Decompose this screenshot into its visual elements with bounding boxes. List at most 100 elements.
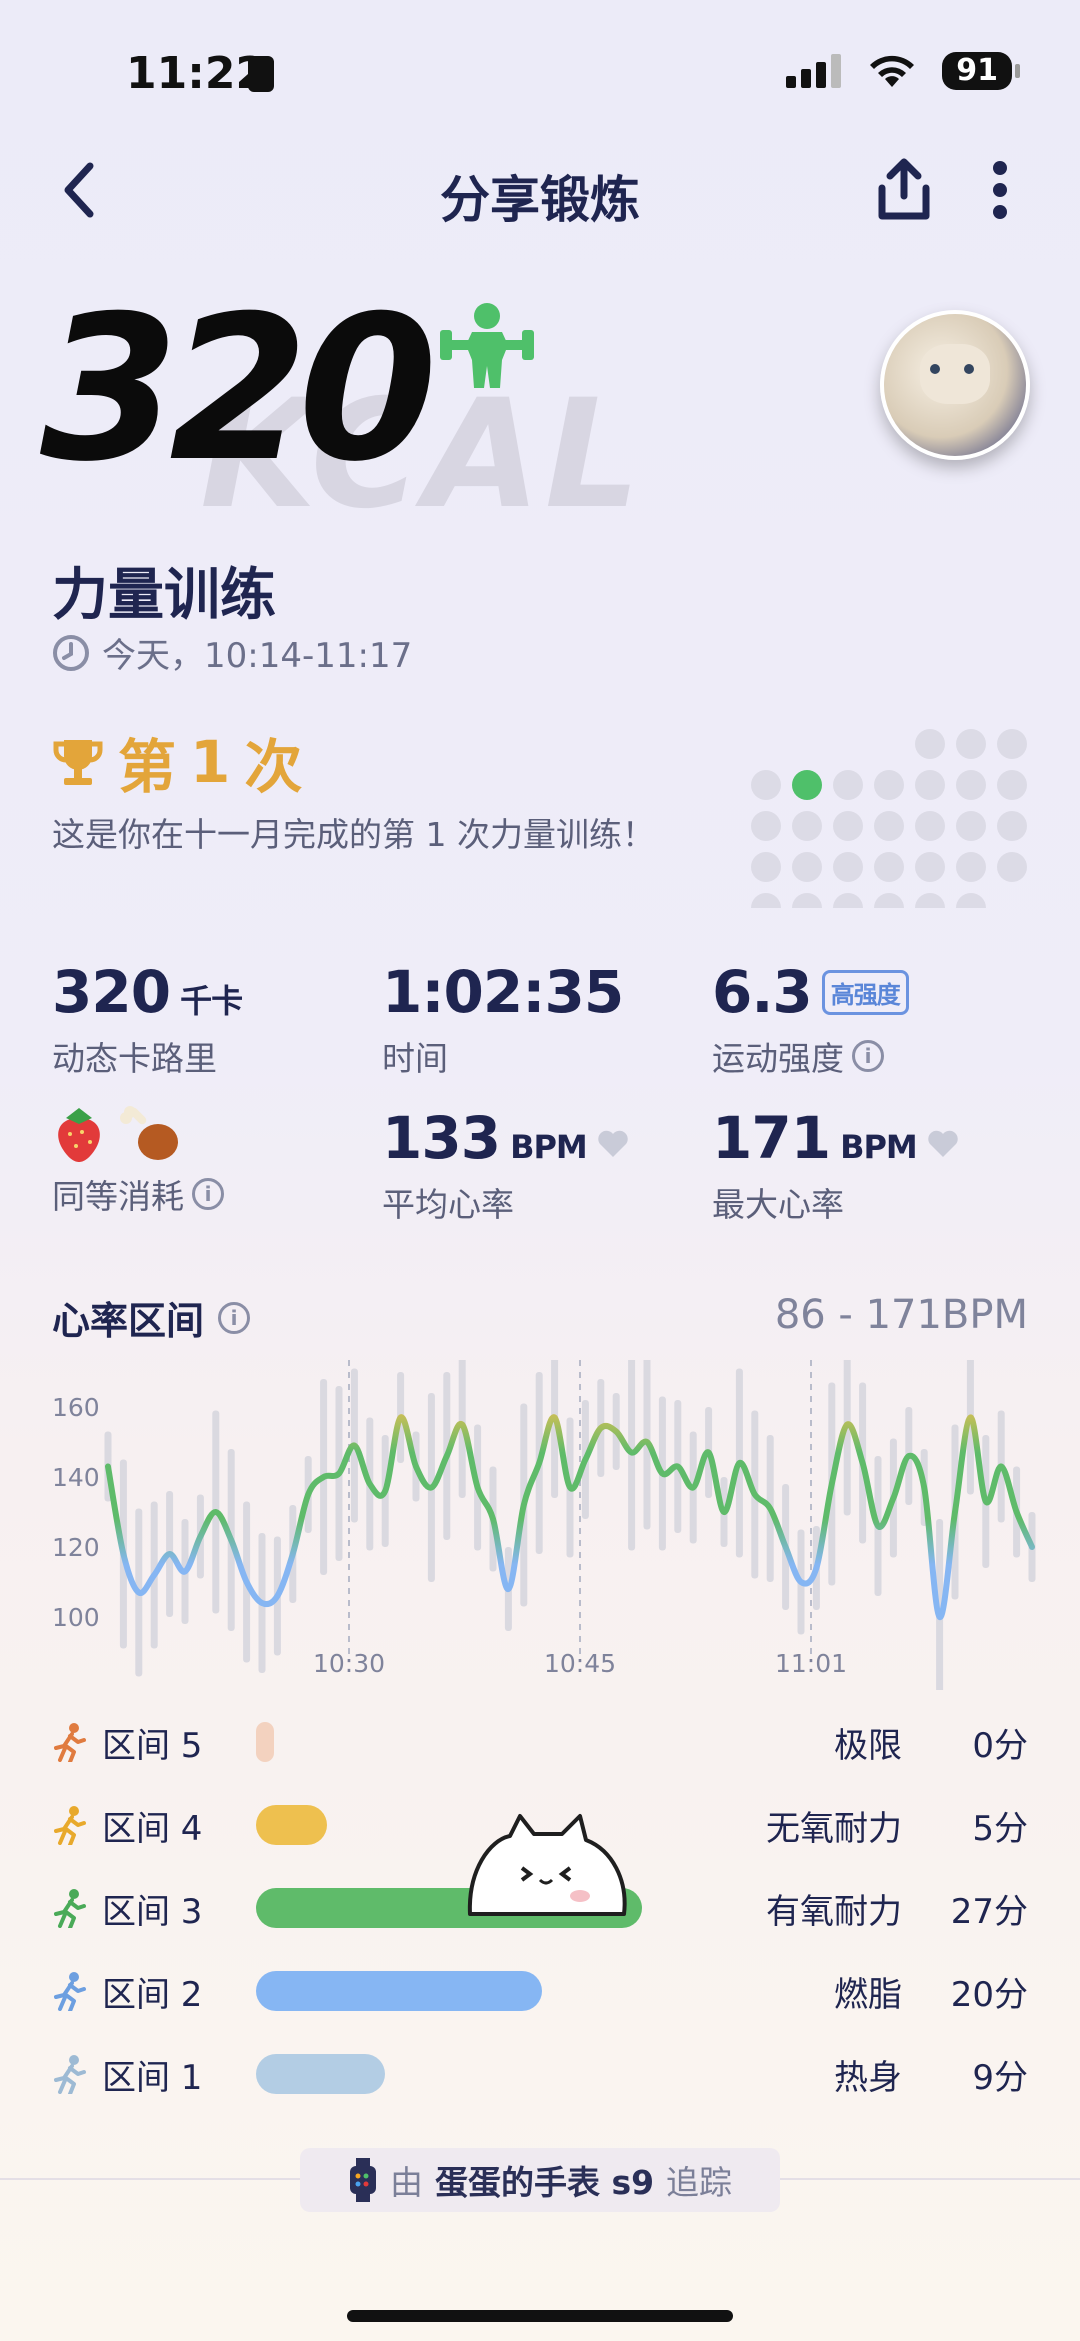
workout-name: 力量训练 xyxy=(52,563,276,628)
calendar-dot xyxy=(833,770,863,800)
zone-minutes: 20分 xyxy=(950,1974,1028,2015)
achievement-subtitle: 这是你在十一月完成的第 1 次力量训练！ xyxy=(52,815,655,854)
calendar-dot xyxy=(956,893,986,908)
avg-hr-label: 平均心率 xyxy=(382,1185,514,1224)
calendar-dot xyxy=(915,852,945,882)
zone-name: 热身 xyxy=(834,2057,902,2098)
trophy-icon xyxy=(53,740,103,785)
runner-icon xyxy=(54,2055,86,2094)
calendar-dot xyxy=(956,729,986,759)
zone-label: 区间 1 xyxy=(102,2057,203,2098)
achievement-count: 1 xyxy=(190,728,231,796)
x-tick-label: 11:01 xyxy=(775,1649,847,1678)
max-hr-unit: BPM xyxy=(840,1128,918,1166)
info-icon[interactable]: i xyxy=(192,1178,224,1210)
heart-icon xyxy=(928,1130,958,1157)
more-icon[interactable] xyxy=(990,160,1010,220)
battery-level: 91 xyxy=(942,52,1012,90)
intensity-label: 运动强度 xyxy=(712,1039,844,1078)
calories-label: 动态卡路里 xyxy=(52,1039,217,1078)
max-hr-label: 最大心率 xyxy=(712,1185,844,1224)
watch-icon xyxy=(349,2158,376,2202)
runner-icon xyxy=(54,1806,86,1845)
screen-record-icon xyxy=(248,56,274,92)
zone-bar xyxy=(256,1971,542,2011)
stat-duration: 1:02:35 时间 xyxy=(382,958,624,1080)
strawberry-icon xyxy=(58,1108,100,1162)
zone-minutes: 27分 xyxy=(950,1891,1028,1932)
zone-name: 极限 xyxy=(834,1725,902,1766)
zone-label: 区间 5 xyxy=(102,1725,203,1766)
device-name: 蛋蛋的手表 s9 xyxy=(434,2163,655,2202)
heart-icon xyxy=(598,1130,628,1157)
info-icon[interactable]: i xyxy=(852,1040,884,1072)
home-indicator[interactable] xyxy=(347,2310,733,2322)
zone-name: 无氧耐力 xyxy=(766,1808,902,1849)
calories-unit: 千卡 xyxy=(180,982,243,1020)
signal-icon xyxy=(786,54,842,88)
time-range: 今天，10:14-11:17 xyxy=(102,636,413,676)
info-icon[interactable]: i xyxy=(218,1301,251,1334)
zone-name: 燃脂 xyxy=(834,1974,902,2015)
runner-icon xyxy=(54,1972,86,2011)
share-icon[interactable] xyxy=(876,156,932,222)
calories-value: 320 xyxy=(52,958,171,1026)
zone-label: 区间 4 xyxy=(102,1808,203,1849)
chicken-leg-icon xyxy=(120,1106,178,1160)
calendar-dot xyxy=(997,852,1027,882)
calendar-dot xyxy=(997,811,1027,841)
zone-minutes: 0分 xyxy=(972,1725,1028,1766)
calendar-dot xyxy=(833,852,863,882)
achievement-suffix: 次 xyxy=(244,733,303,801)
calendar-dot xyxy=(874,770,904,800)
workout-time: 今天，10:14-11:17 xyxy=(52,628,412,677)
calendar-dot xyxy=(956,770,986,800)
heart-zone-row: 区间 2 燃脂 20分 xyxy=(52,1961,1028,2021)
calendar-dot xyxy=(956,852,986,882)
avatar[interactable] xyxy=(880,310,1030,460)
achievement-title: 第 1 次 xyxy=(52,720,302,804)
stat-avg-hr: 133 BPM 平均心率 xyxy=(382,1104,629,1226)
heart-zone-title: 心率区间 i xyxy=(52,1290,251,1345)
cat-mascot xyxy=(467,1814,627,1916)
calendar-dot xyxy=(751,770,781,800)
heart-zone-row: 区间 1 热身 9分 xyxy=(52,2044,1028,2104)
x-tick-label: 10:45 xyxy=(544,1649,616,1678)
zone-minutes: 9分 xyxy=(972,2057,1028,2098)
duration-label: 时间 xyxy=(382,1039,448,1078)
status-time: 11:22 xyxy=(126,48,267,99)
clock-icon xyxy=(53,634,89,671)
device-footer: 由 蛋蛋的手表 s9 追踪 xyxy=(300,2148,780,2212)
status-icons: 91 xyxy=(786,52,1020,90)
calendar-dot xyxy=(874,811,904,841)
calendar-dot xyxy=(874,852,904,882)
y-tick-label: 140 xyxy=(52,1463,100,1492)
equivalent-label: 同等消耗 xyxy=(52,1177,184,1216)
calendar-dot xyxy=(997,770,1027,800)
calendar-dot xyxy=(915,811,945,841)
heart-zone-label: 心率区间 xyxy=(52,1299,205,1343)
duration-value: 1:02:35 xyxy=(382,958,624,1026)
avg-hr-value: 133 xyxy=(382,1104,501,1172)
zone-name: 有氧耐力 xyxy=(766,1891,902,1932)
calendar-dot xyxy=(833,811,863,841)
strength-training-icon xyxy=(440,303,534,388)
avg-hr-unit: BPM xyxy=(510,1128,588,1166)
achievement-prefix: 第 xyxy=(118,733,177,801)
calendar-dot xyxy=(751,852,781,882)
kcal-value: 320 xyxy=(40,273,437,506)
y-tick-label: 100 xyxy=(52,1603,100,1632)
calendar-dot xyxy=(915,729,945,759)
zone-label: 区间 2 xyxy=(102,1974,203,2015)
calendar-dot xyxy=(956,811,986,841)
zone-bar xyxy=(256,2054,385,2094)
calendar-dot-active xyxy=(792,770,822,800)
x-tick-label: 10:30 xyxy=(313,1649,385,1678)
footer-prefix: 由 xyxy=(389,2163,423,2202)
heart-rate-chart: 10:30 10:45 11:01 160 140 120 100 xyxy=(52,1360,1036,1690)
calendar-dot xyxy=(874,893,904,908)
calendar-dot xyxy=(792,811,822,841)
calendar-dot xyxy=(792,852,822,882)
max-hr-value: 171 xyxy=(712,1104,831,1172)
intensity-badge: 高强度 xyxy=(821,969,909,1015)
